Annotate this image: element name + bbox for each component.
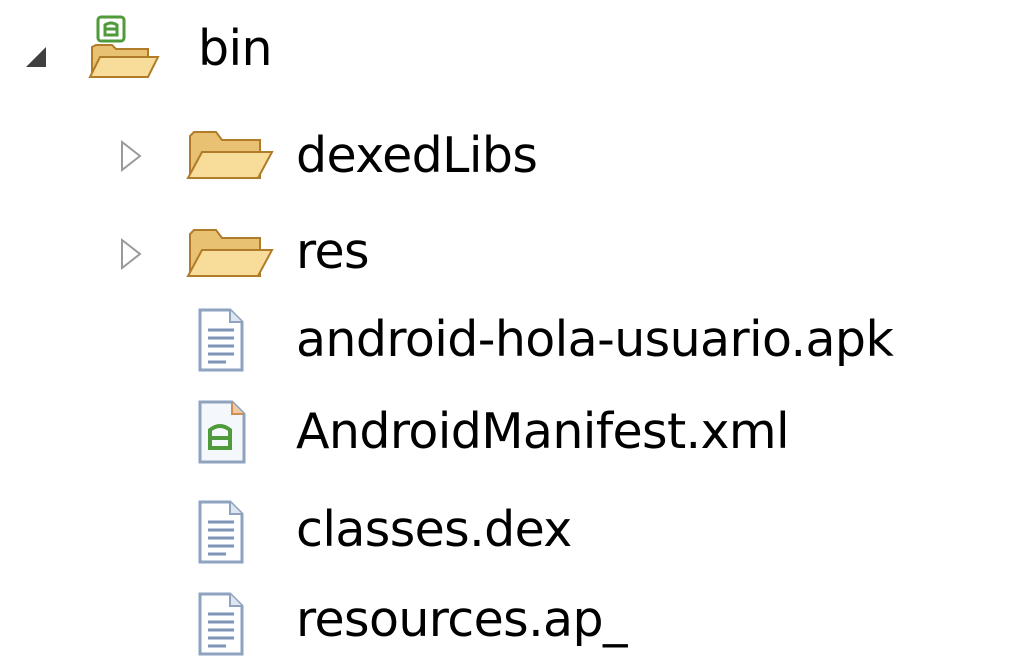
text-file-icon — [198, 308, 244, 372]
collapsed-arrow-icon[interactable] — [118, 140, 144, 172]
tree-item-label: dexedLibs — [296, 127, 538, 184]
tree-item-apk[interactable]: android-hola-usuario.apk — [0, 304, 1031, 384]
tree-item-label: res — [296, 223, 370, 280]
tree-item-label: resources.ap_ — [296, 591, 627, 648]
text-file-icon — [198, 592, 244, 656]
folder-icon — [186, 229, 274, 277]
tree-item-classesdex[interactable]: classes.dex — [0, 494, 700, 574]
text-file-icon — [198, 500, 244, 564]
tree-item-resources[interactable]: resources.ap_ — [0, 584, 760, 664]
tree-item-bin[interactable]: bin — [0, 15, 320, 95]
android-output-folder-icon — [88, 15, 160, 78]
tree-item-androidmanifest[interactable]: AndroidManifest.xml — [0, 398, 980, 478]
android-manifest-icon — [198, 400, 246, 464]
tree-item-res[interactable]: res — [0, 216, 420, 296]
folder-icon — [186, 131, 274, 179]
tree-item-label: classes.dex — [296, 501, 572, 558]
tree-item-label: android-hola-usuario.apk — [296, 311, 894, 368]
expanded-arrow-icon[interactable] — [24, 43, 50, 75]
project-explorer-tree: bin dexedLibs res android-hola-usuario.a… — [0, 0, 1031, 666]
tree-item-dexedlibs[interactable]: dexedLibs — [0, 120, 600, 200]
tree-item-label: bin — [198, 20, 273, 77]
collapsed-arrow-icon[interactable] — [118, 238, 144, 270]
tree-item-label: AndroidManifest.xml — [296, 403, 790, 460]
